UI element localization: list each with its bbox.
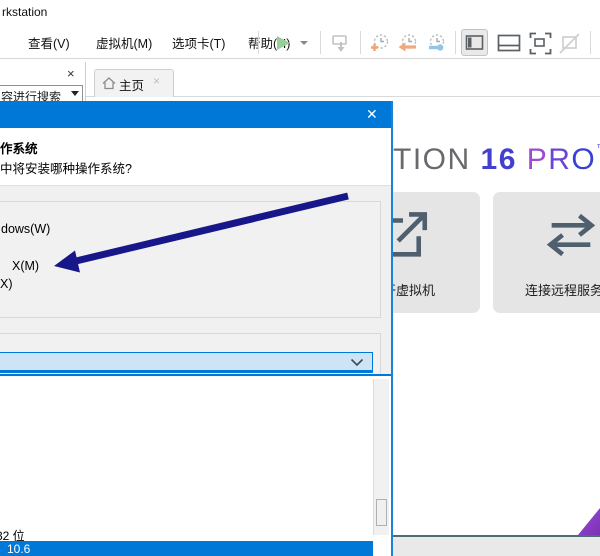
- version-dropdown-list[interactable]: 32 位 10.6: [0, 374, 391, 556]
- tab-close-icon[interactable]: ×: [153, 74, 160, 88]
- search-dropdown-caret[interactable]: [71, 91, 79, 96]
- version-combobox[interactable]: [0, 352, 373, 373]
- library-view-toggle-button[interactable]: [461, 29, 488, 56]
- brand-gray-part: TION: [393, 143, 471, 176]
- connect-remote-card-label: 连接远程服务器: [493, 280, 600, 299]
- menu-tabs[interactable]: 选项卡(T): [172, 33, 225, 52]
- brand-pro-o: O: [571, 143, 596, 176]
- scrollbar-thumb[interactable]: [376, 499, 387, 526]
- chevron-down-icon: [350, 358, 364, 367]
- toolbar-separator: [590, 31, 591, 54]
- brand-pro-r: R: [548, 143, 571, 176]
- os-option-vmware-esx[interactable]: X): [0, 277, 13, 291]
- os-option-mac-os-x[interactable]: X(M): [12, 259, 39, 273]
- take-snapshot-icon[interactable]: [370, 33, 391, 54]
- new-vm-wizard-dialog: ✕ 作系统 中将安装哪种操作系统? dows(W) X(M) X) 32 位 1…: [0, 101, 393, 556]
- toolbar-separator: [320, 31, 321, 54]
- send-ctrl-alt-del-icon[interactable]: [331, 33, 352, 54]
- fullscreen-icon[interactable]: [529, 32, 552, 55]
- vmware-workstation-window: rkstation 查看(V) 虚拟机(M) 选项卡(T) 帮助(H): [0, 0, 600, 556]
- window-title: rkstation: [2, 5, 47, 19]
- home-icon: [102, 77, 116, 90]
- os-option-windows[interactable]: dows(W): [1, 222, 50, 236]
- dialog-subtitle: 中将安装哪种操作系统?: [0, 158, 132, 177]
- toolbar-separator: [360, 31, 361, 54]
- connect-remote-icon: [542, 206, 600, 264]
- brand-version-number: 16: [481, 143, 517, 176]
- toolbar-separator: [258, 31, 259, 54]
- menu-view[interactable]: 查看(V): [28, 33, 70, 52]
- unity-view-icon-disabled: [558, 32, 581, 55]
- menu-vm[interactable]: 虚拟机(M): [96, 33, 152, 52]
- dialog-title: 作系统: [0, 138, 38, 157]
- dialog-titlebar[interactable]: ✕: [0, 101, 391, 128]
- tab-home-label: 主页: [119, 75, 144, 94]
- console-view-icon[interactable]: [497, 34, 521, 52]
- version-list-item-selected[interactable]: 10.6: [0, 541, 373, 556]
- status-bar: [370, 537, 600, 556]
- manage-snapshots-icon[interactable]: [426, 33, 447, 54]
- revert-snapshot-icon[interactable]: [398, 33, 419, 54]
- dropdown-scrollbar[interactable]: [373, 379, 389, 535]
- power-dropdown-caret[interactable]: [300, 41, 308, 45]
- power-play-icon[interactable]: [277, 36, 290, 50]
- brand-trademark: ™: [596, 143, 600, 154]
- toolbar-separator: [455, 31, 456, 54]
- guest-os-groupbox: [0, 201, 381, 318]
- selected-item-label: 10.6: [7, 542, 30, 556]
- dialog-close-icon[interactable]: ✕: [366, 106, 378, 122]
- connect-remote-server-card[interactable]: 连接远程服务器: [493, 192, 600, 313]
- show-library-view-icon: [465, 34, 484, 51]
- purple-polygon-art: [578, 508, 600, 535]
- brand-pro-p: P: [527, 143, 549, 176]
- workstation-brand-text: TION 16 PRO™: [393, 143, 600, 177]
- dialog-header: 作系统 中将安装哪种操作系统?: [0, 128, 391, 186]
- library-close-icon[interactable]: ×: [67, 66, 75, 81]
- toolbar-divider: [0, 58, 600, 59]
